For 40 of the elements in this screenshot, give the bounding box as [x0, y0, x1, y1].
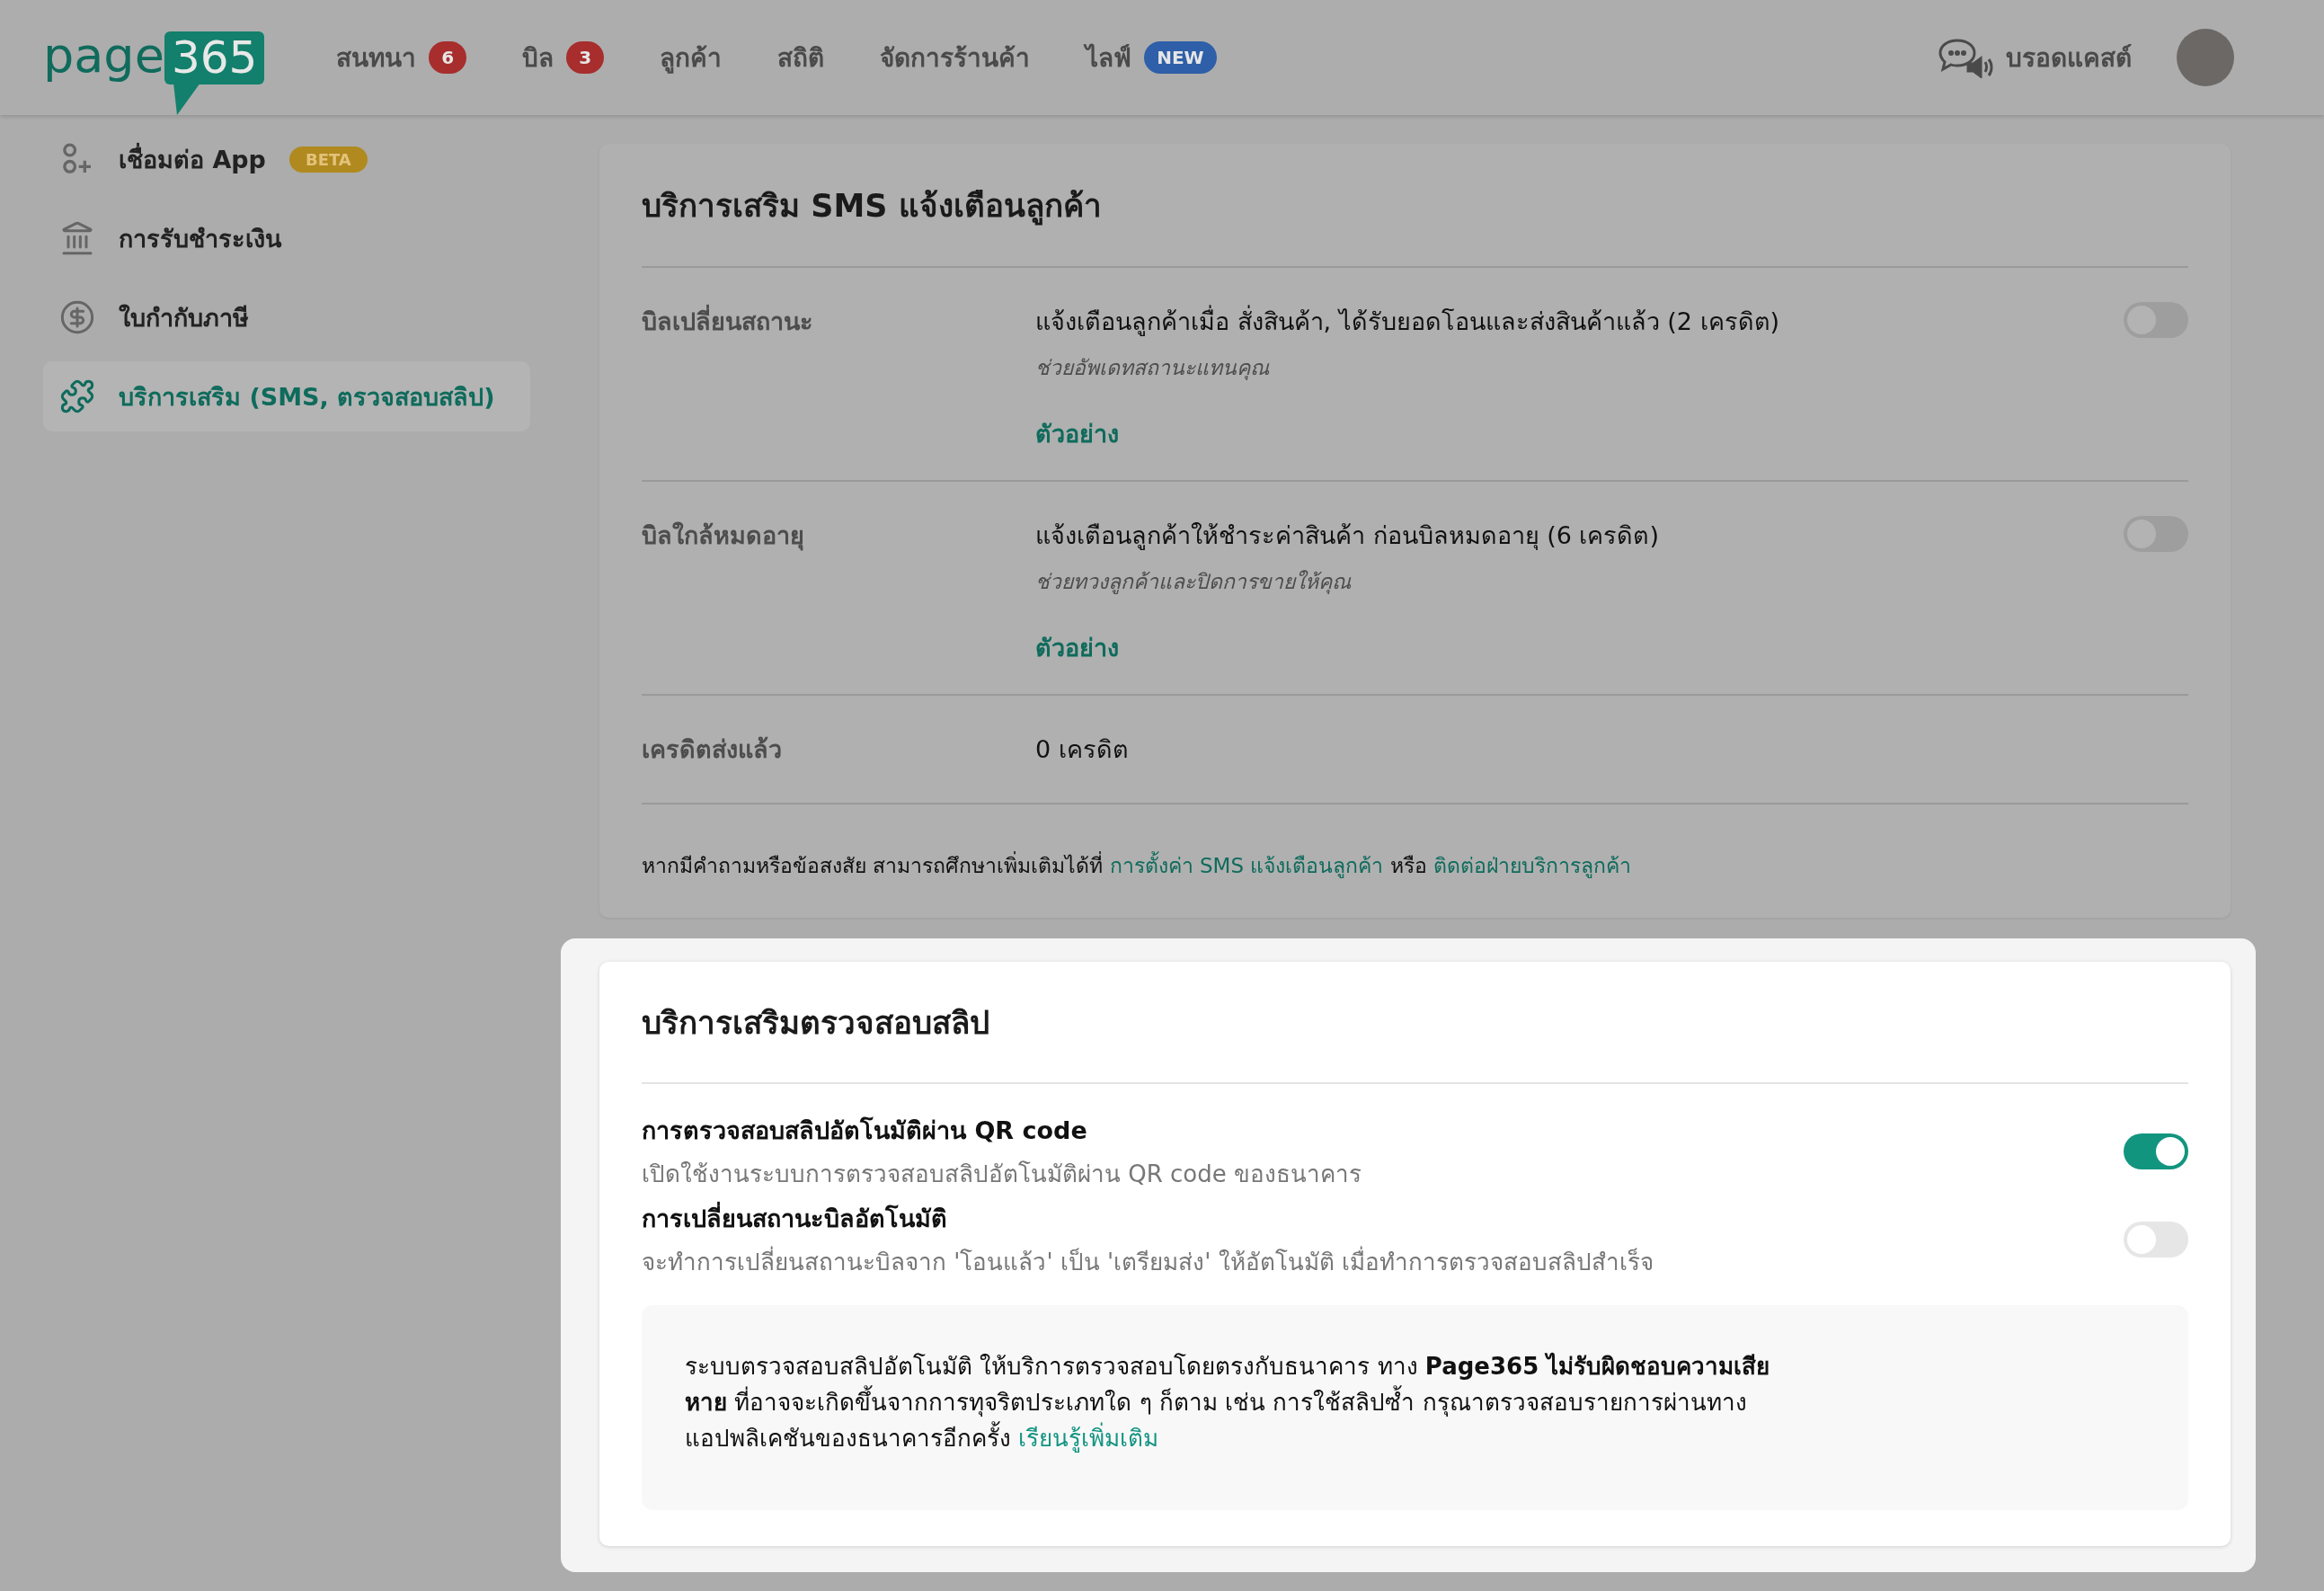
broadcast-link[interactable]: บรอดแคสต์ [1938, 37, 2132, 78]
dollar-icon [59, 299, 95, 335]
credit-value: 0 เครดิต [1035, 734, 1130, 765]
nav-badge: 3 [566, 41, 605, 74]
sidebar-item[interactable]: เชื่อมต่อ App BETA [43, 124, 530, 194]
setting-description: เปิดใช้งานระบบการตรวจสอบสลิปอัตโนมัติผ่าน QR code ของธนาคาร [642, 1160, 1362, 1189]
card-title: บริการเสริม SMS แจ้งเตือนลูกค้า [642, 144, 2188, 268]
setting-description: จะทำการเปลี่ยนสถานะบิลจาก 'โอนแล้ว' เป็น 'เตรียมส่ง' ให้อัตโนมัติ เมื่อทำการตรวจสอบสลิปสำเร็จ [642, 1243, 1654, 1280]
bank-icon [59, 220, 95, 256]
chat-megaphone-icon [1938, 37, 1993, 78]
sidebar-item[interactable]: ใบกำกับภาษี [43, 282, 530, 352]
row-label: บิลเปลี่ยนสถานะ [642, 302, 1035, 453]
nav-link[interactable]: ลูกค้า [660, 38, 723, 77]
setting-title: การเปลี่ยนสถานะบิลอัตโนมัติ [642, 1199, 1654, 1238]
row-hint: ช่วยทวงลูกค้าและปิดการขายให้คุณ [1035, 569, 1351, 596]
notice-text: ระบบตรวจสอบสลิปอัตโนมัติ ให้บริการตรวจสอบโดยตรงกับธนาคาร ทาง Page365 ไม่รับผิดชอบความเสียหาย ที่อาจจะเกิดขึ้นจากการทุจริตประเภทใด ๆ ก็ตาม เช่น การใช้สลิปซ้ำ กรุณาตรวจสอบรายการผ่านทางแอปพลิเคชันของธนาคารอีกครั้ง เรียนรู้เพิ่มเติม [685, 1351, 1771, 1454]
help-text: หากมีคำถามหรือข้อสงสัย สามารถศึกษาเพิ่มเติมได้ที่ การตั้งค่า SMS แจ้งเตือนลูกค้า หรือ ติดต่อฝ่ายบริการลูกค้า [642, 804, 2188, 918]
sidebar-item[interactable]: บริการเสริม (SMS, ตรวจสอบสลิป) [43, 361, 530, 431]
setting-title: การตรวจสอบสลิปอัตโนมัติผ่าน QR code [642, 1115, 1088, 1146]
sidebar-item[interactable]: การรับชำระเงิน [43, 203, 530, 273]
row-description: แจ้งเตือนลูกค้าเมื่อ สั่งสินค้า, ได้รับยอดโอนและส่งสินค้าแล้ว (2 เครดิต) [1035, 302, 1780, 341]
example-link[interactable]: ตัวอย่าง [1035, 628, 1119, 667]
example-link[interactable]: ตัวอย่าง [1035, 414, 1119, 453]
toggle-switch[interactable] [2124, 1222, 2188, 1258]
puzzle-icon [59, 378, 95, 414]
nav-badge: 6 [429, 41, 467, 74]
nav-badge: NEW [1144, 41, 1217, 74]
nav-link[interactable]: จัดการร้านค้า [880, 38, 1031, 77]
nav-link[interactable]: สนทนา 6 [336, 38, 467, 77]
card-title: บริการเสริมตรวจสอบสลิป [642, 962, 2188, 1084]
nav-link[interactable]: บิล 3 [522, 38, 605, 77]
nav-link[interactable]: สถิติ [777, 38, 825, 77]
row-description: แจ้งเตือนลูกค้าให้ชำระค่าสินค้า ก่อนบิลหมดอายุ (6 เครดิต) [1035, 520, 1659, 552]
row-label: บิลใกล้หมดอายุ [642, 520, 805, 553]
toggle-switch[interactable] [2124, 1133, 2188, 1169]
row-hint: ช่วยอัพเดทสถานะแทนคุณ [1035, 355, 1269, 382]
logo[interactable]: page 365 [43, 31, 265, 115]
row-label: เครดิตส่งแล้ว [642, 734, 783, 765]
beta-badge: BETA [288, 146, 368, 173]
help-link[interactable]: ติดต่อฝ่ายบริการลูกค้า [1433, 854, 1631, 877]
